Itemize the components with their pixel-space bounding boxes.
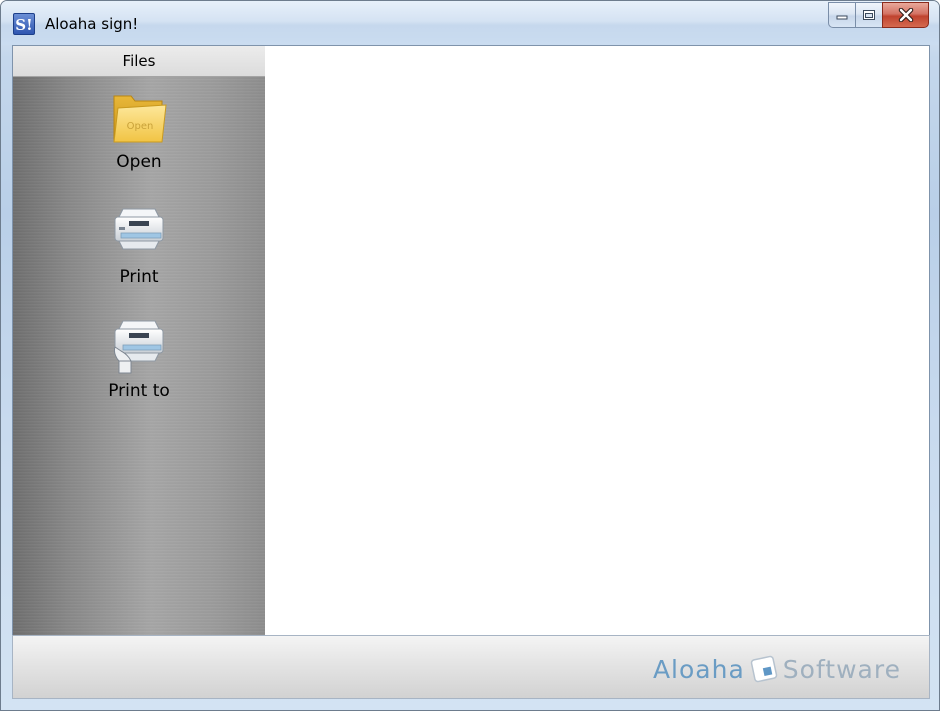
printer-icon <box>109 203 169 263</box>
sidebar-item-print-to[interactable]: Print to <box>13 317 265 401</box>
aloaha-logo-icon <box>749 654 779 684</box>
sidebar-item-label: Open <box>116 152 162 172</box>
minimize-button[interactable] <box>828 2 855 28</box>
sidebar-item-open[interactable]: Open Open <box>13 88 265 172</box>
brand-text-right: Software <box>782 654 901 684</box>
brand-logo: Aloaha Software <box>653 654 901 684</box>
maximize-icon <box>863 10 875 20</box>
sidebar-item-label: Print to <box>108 381 170 401</box>
folder-icon-text: Open <box>127 121 154 132</box>
caption-buttons <box>828 2 929 28</box>
title-bar[interactable]: S! Aloaha sign! <box>1 1 939 45</box>
window-title: Aloaha sign! <box>45 15 139 33</box>
sidebar-item-label: Print <box>119 267 159 287</box>
files-sidebar: Files Open Open Print Print to <box>13 46 265 635</box>
minimize-icon <box>836 15 848 20</box>
printer-to-icon <box>109 317 169 377</box>
folder-icon: Open <box>109 88 169 148</box>
document-view[interactable] <box>265 46 929 635</box>
maximize-button[interactable] <box>855 2 882 28</box>
sidebar-item-print[interactable]: Print <box>13 203 265 287</box>
app-icon: S! <box>13 13 35 35</box>
app-window: S! Aloaha sign! Files Open Open Print Pr… <box>0 0 940 711</box>
client-area: Files Open Open Print Print to <box>12 45 930 636</box>
close-icon <box>898 8 913 22</box>
footer-bar: Aloaha Software <box>12 635 930 699</box>
brand-text-left: Aloaha <box>652 654 745 684</box>
files-header: Files <box>13 46 265 77</box>
close-button[interactable] <box>882 2 929 28</box>
